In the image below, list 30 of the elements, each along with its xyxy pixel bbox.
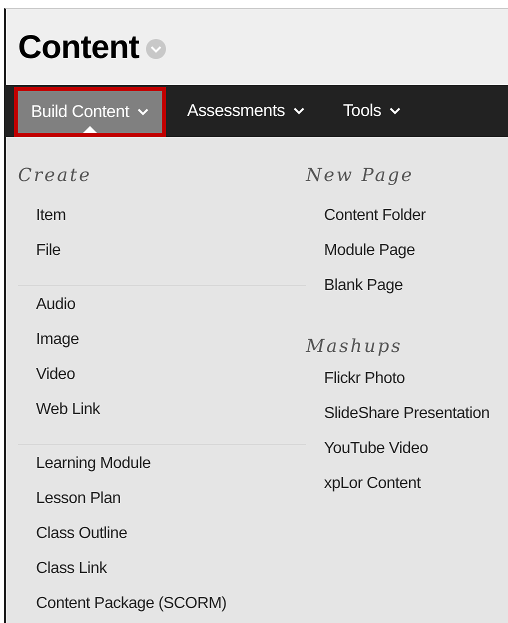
menu-item[interactable]: Content Folder — [324, 207, 490, 242]
menu-item[interactable]: Class Link — [36, 560, 306, 595]
menu-item[interactable]: Content Package (SCORM) — [36, 595, 306, 623]
chevron-down-icon[interactable] — [145, 38, 168, 60]
page-title: Content — [18, 28, 140, 66]
chevron-down-icon — [137, 108, 150, 116]
menu-tab[interactable]: Assessments — [170, 85, 322, 137]
menu-item[interactable]: Audio — [36, 296, 306, 331]
menu-item[interactable]: Blank Page — [324, 277, 490, 312]
menu-item[interactable]: Flickr Photo — [324, 370, 490, 405]
menu-item[interactable]: Module Page — [324, 242, 490, 277]
section-heading: Create — [18, 165, 93, 188]
menu-item[interactable]: xpLor Content — [324, 475, 490, 510]
menu-item[interactable]: File — [36, 242, 306, 277]
menu-item[interactable]: Web Link — [36, 401, 306, 436]
menu-tab[interactable]: Tools — [326, 85, 418, 137]
menu-item[interactable]: SlideShare Presentation — [324, 405, 490, 440]
menu-item[interactable]: Lesson Plan — [36, 490, 306, 525]
menu-tab[interactable]: Build Content — [14, 87, 166, 137]
pointer-icon — [83, 126, 98, 133]
menu-item[interactable]: Image — [36, 331, 306, 366]
section-heading: Mashups — [306, 336, 404, 359]
menu-item[interactable]: Item — [36, 207, 306, 242]
menu-item[interactable]: Video — [36, 366, 306, 401]
chevron-down-icon — [292, 107, 305, 115]
menu-item[interactable]: YouTube Video — [324, 440, 490, 475]
chevron-down-icon — [389, 107, 402, 115]
menu-item[interactable]: Class Outline — [36, 525, 306, 560]
section-heading: New Page — [306, 165, 415, 188]
menu-item[interactable]: Learning Module — [36, 455, 306, 490]
